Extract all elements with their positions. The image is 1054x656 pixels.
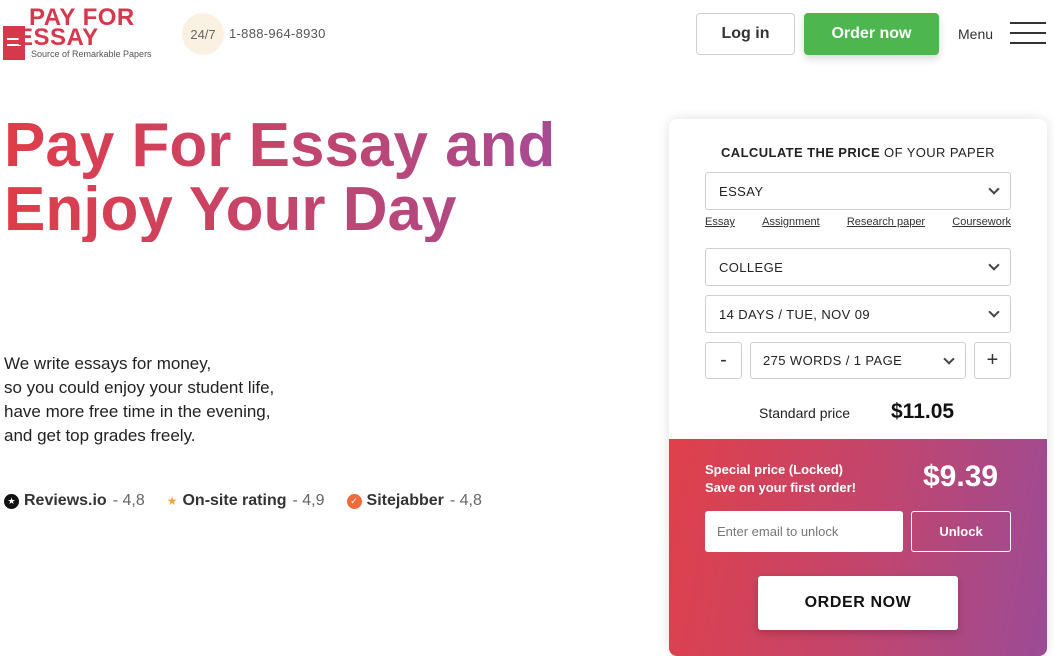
logo-text-bottom: ESSAY bbox=[17, 24, 99, 51]
rating-name: Reviews.io bbox=[24, 492, 107, 509]
quick-type-coursework[interactable]: Coursework bbox=[952, 216, 1011, 228]
academic-level-value: COLLEGE bbox=[719, 259, 784, 275]
pages-decrement-button[interactable]: - bbox=[705, 342, 742, 379]
chevron-down-icon bbox=[988, 306, 1000, 318]
rating-on-site[interactable]: ★ On-site rating - 4,9 bbox=[167, 492, 325, 510]
standard-price-value: $11.05 bbox=[891, 400, 955, 423]
rating-reviews-io[interactable]: ★ Reviews.io - 4,8 bbox=[4, 492, 145, 510]
reviews-io-icon: ★ bbox=[4, 493, 19, 509]
chevron-down-icon bbox=[943, 353, 955, 365]
support-24-7-badge: 24/7 bbox=[182, 13, 224, 55]
pages-select[interactable]: 275 WORDS / 1 PAGE bbox=[750, 342, 966, 379]
quick-type-research-paper[interactable]: Research paper bbox=[847, 216, 925, 228]
rating-sitejabber[interactable]: ✓ Sitejabber - 4,8 bbox=[346, 492, 482, 510]
phone-number[interactable]: 1-888-964-8930 bbox=[229, 26, 326, 41]
email-unlock-input[interactable] bbox=[705, 511, 903, 552]
rating-name: On-site rating bbox=[182, 492, 287, 509]
ratings-bar: ★ Reviews.io - 4,8 ★ On-site rating - 4,… bbox=[4, 492, 504, 510]
calculator-title: CALCULATE THE PRICE OF YOUR PAPER bbox=[721, 145, 995, 160]
chevron-down-icon bbox=[988, 259, 1000, 271]
standard-price-label: Standard price bbox=[759, 405, 851, 421]
hero-subtitle-line: We write essays for money, bbox=[4, 354, 212, 373]
order-now-button[interactable]: ORDER NOW bbox=[758, 576, 958, 630]
login-button[interactable]: Log in bbox=[696, 13, 795, 55]
pages-increment-button[interactable]: + bbox=[974, 342, 1011, 379]
rating-score: - 4,8 bbox=[449, 492, 482, 509]
hero-title: Pay For Essay and Enjoy Your Day bbox=[4, 114, 564, 242]
order-now-header-button[interactable]: Order now bbox=[804, 13, 939, 55]
price-calculator: CALCULATE THE PRICE OF YOUR PAPER ESSAY … bbox=[669, 119, 1047, 656]
menu-label[interactable]: Menu bbox=[958, 26, 993, 42]
star-icon: ★ bbox=[166, 494, 178, 508]
quick-type-links: Essay Assignment Research paper Coursewo… bbox=[705, 216, 1011, 228]
paper-type-select[interactable]: ESSAY bbox=[705, 172, 1011, 210]
hero-subtitle-line: and get top grades freely. bbox=[4, 426, 196, 445]
special-price-panel: Special price (Locked) Save on your firs… bbox=[669, 439, 1047, 656]
pages-value: 275 WORDS / 1 PAGE bbox=[763, 353, 903, 368]
rating-score: - 4,8 bbox=[112, 492, 145, 509]
quick-type-essay[interactable]: Essay bbox=[705, 216, 735, 228]
deadline-value: 14 DAYS / TUE, NOV 09 bbox=[719, 306, 870, 322]
paper-type-value: ESSAY bbox=[719, 183, 764, 199]
deadline-select[interactable]: 14 DAYS / TUE, NOV 09 bbox=[705, 295, 1011, 333]
site-logo[interactable]: PAY FOR ESSAY Source of Remarkable Paper… bbox=[3, 6, 163, 62]
sitejabber-icon: ✓ bbox=[346, 493, 362, 509]
rating-name: Sitejabber bbox=[366, 492, 444, 509]
chevron-down-icon bbox=[988, 183, 1000, 195]
logo-tagline: Source of Remarkable Papers bbox=[31, 49, 152, 59]
quick-type-assignment[interactable]: Assignment bbox=[762, 216, 819, 228]
special-price-label: Special price (Locked) Save on your firs… bbox=[705, 462, 856, 495]
hero-subtitle-line: so you could enjoy your student life, bbox=[4, 378, 275, 397]
special-price-value: $9.39 bbox=[923, 460, 999, 493]
hamburger-menu-icon[interactable] bbox=[1010, 22, 1046, 46]
academic-level-select[interactable]: COLLEGE bbox=[705, 248, 1011, 286]
hero-subtitle: We write essays for money, so you could … bbox=[4, 352, 274, 448]
hero-subtitle-line: have more free time in the evening, bbox=[4, 402, 271, 421]
rating-score: - 4,9 bbox=[292, 492, 325, 509]
unlock-button[interactable]: Unlock bbox=[911, 511, 1011, 552]
